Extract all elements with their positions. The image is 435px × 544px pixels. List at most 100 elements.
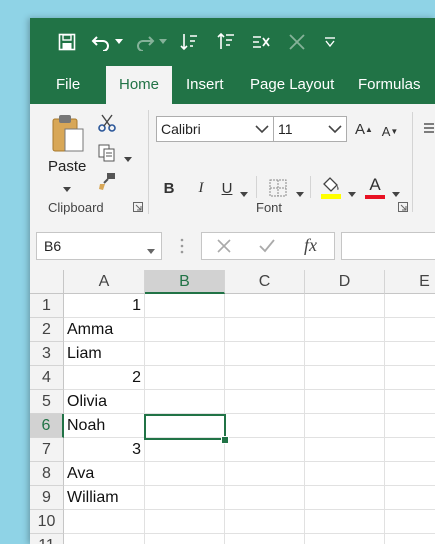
tab-page-layout[interactable]: Page Layout <box>250 66 334 104</box>
cell-d-11[interactable] <box>305 534 385 544</box>
row-header[interactable]: 4 <box>30 366 64 390</box>
remove-filter-icon[interactable] <box>286 30 308 54</box>
cancel-icon[interactable] <box>216 238 232 259</box>
column-header-a[interactable]: A <box>64 270 145 294</box>
column-header-c[interactable]: C <box>225 270 305 294</box>
cell-d-7[interactable] <box>305 438 385 462</box>
font-name-combo[interactable]: Calibri <box>156 116 274 142</box>
chevron-down-icon[interactable] <box>326 120 344 138</box>
grow-font-button[interactable]: A ▲ <box>354 118 374 140</box>
cell-e-6[interactable] <box>385 414 435 438</box>
column-header-e[interactable]: E <box>385 270 435 294</box>
tab-file[interactable]: File <box>56 66 80 104</box>
formula-input[interactable] <box>341 232 435 260</box>
row-header[interactable]: 3 <box>30 342 64 366</box>
cell-d-4[interactable] <box>305 366 385 390</box>
cell-e-1[interactable] <box>385 294 435 318</box>
row-header[interactable]: 7 <box>30 438 64 462</box>
fill-handle[interactable] <box>221 436 229 444</box>
cell-c-4[interactable] <box>225 366 305 390</box>
cell-e-3[interactable] <box>385 342 435 366</box>
cell-d-1[interactable] <box>305 294 385 318</box>
tab-formulas[interactable]: Formulas <box>358 66 421 104</box>
fill-color-icon[interactable] <box>320 174 342 200</box>
cut-icon[interactable] <box>96 112 118 134</box>
cell-b-4[interactable] <box>145 366 225 390</box>
cell-a-10[interactable] <box>64 510 145 534</box>
redo-dropdown-icon[interactable] <box>158 30 168 54</box>
column-header-b[interactable]: B <box>145 270 225 294</box>
cell-a-5[interactable]: Olivia <box>64 390 145 414</box>
clear-icon[interactable] <box>250 30 272 54</box>
cell-c-2[interactable] <box>225 318 305 342</box>
enter-icon[interactable] <box>258 238 276 259</box>
row-header[interactable]: 6 <box>30 414 64 438</box>
shrink-font-button[interactable]: A ▼ <box>380 120 400 142</box>
cell-b-11[interactable] <box>145 534 225 544</box>
cell-a-8[interactable]: Ava <box>64 462 145 486</box>
cell-a-3[interactable]: Liam <box>64 342 145 366</box>
cell-d-2[interactable] <box>305 318 385 342</box>
cell-c-3[interactable] <box>225 342 305 366</box>
cell-e-5[interactable] <box>385 390 435 414</box>
insert-function-button[interactable]: fx <box>304 235 317 256</box>
filter-icon[interactable] <box>214 30 236 54</box>
cell-e-2[interactable] <box>385 318 435 342</box>
cell-a-2[interactable]: Amma <box>64 318 145 342</box>
fill-color-dropdown-icon[interactable] <box>348 185 358 197</box>
paste-icon[interactable] <box>50 112 86 154</box>
cell-c-11[interactable] <box>225 534 305 544</box>
undo-dropdown-icon[interactable] <box>114 30 124 54</box>
cell-a-6[interactable]: Noah <box>64 414 145 438</box>
cell-e-10[interactable] <box>385 510 435 534</box>
column-header-d[interactable]: D <box>305 270 385 294</box>
borders-icon[interactable] <box>268 178 288 198</box>
cell-a-11[interactable] <box>64 534 145 544</box>
cell-d-5[interactable] <box>305 390 385 414</box>
undo-icon[interactable] <box>90 30 112 54</box>
align-icon[interactable] <box>422 120 435 138</box>
cell-c-5[interactable] <box>225 390 305 414</box>
copy-icon[interactable] <box>96 142 118 164</box>
paste-button-label[interactable]: Paste <box>48 158 86 175</box>
tab-insert[interactable]: Insert <box>186 66 224 104</box>
cell-b-1[interactable] <box>145 294 225 318</box>
cell-b-3[interactable] <box>145 342 225 366</box>
paste-dropdown-icon[interactable] <box>63 180 73 192</box>
cell-e-8[interactable] <box>385 462 435 486</box>
cell-d-8[interactable] <box>305 462 385 486</box>
row-header[interactable]: 2 <box>30 318 64 342</box>
grip-icon[interactable] <box>180 238 184 259</box>
bold-button[interactable]: B <box>160 178 178 198</box>
cell-b-7[interactable] <box>145 438 225 462</box>
sort-icon[interactable] <box>178 30 200 54</box>
font-launcher-icon[interactable] <box>397 201 409 213</box>
save-icon[interactable] <box>56 30 78 54</box>
cell-e-9[interactable] <box>385 486 435 510</box>
underline-dropdown-icon[interactable] <box>240 185 250 197</box>
cell-c-7[interactable] <box>225 438 305 462</box>
row-header[interactable]: 9 <box>30 486 64 510</box>
cell-b-10[interactable] <box>145 510 225 534</box>
row-header[interactable]: 5 <box>30 390 64 414</box>
cell-b-5[interactable] <box>145 390 225 414</box>
cell-c-6[interactable] <box>225 414 305 438</box>
name-box[interactable]: B6 <box>36 232 162 260</box>
italic-button[interactable]: I <box>192 178 210 198</box>
row-header[interactable]: 11 <box>30 534 64 544</box>
cell-b-9[interactable] <box>145 486 225 510</box>
cell-d-3[interactable] <box>305 342 385 366</box>
font-color-dropdown-icon[interactable] <box>392 185 402 197</box>
font-color-button[interactable]: A <box>364 174 386 200</box>
cell-a-4[interactable]: 2 <box>64 366 145 390</box>
underline-button[interactable]: U <box>218 178 236 198</box>
clipboard-launcher-icon[interactable] <box>132 201 144 213</box>
cell-c-10[interactable] <box>225 510 305 534</box>
cell-b-2[interactable] <box>145 318 225 342</box>
cell-c-1[interactable] <box>225 294 305 318</box>
cell-d-9[interactable] <box>305 486 385 510</box>
cell-e-7[interactable] <box>385 438 435 462</box>
tab-home[interactable]: Home <box>106 66 173 104</box>
active-cell-border[interactable] <box>144 414 226 440</box>
cell-c-8[interactable] <box>225 462 305 486</box>
